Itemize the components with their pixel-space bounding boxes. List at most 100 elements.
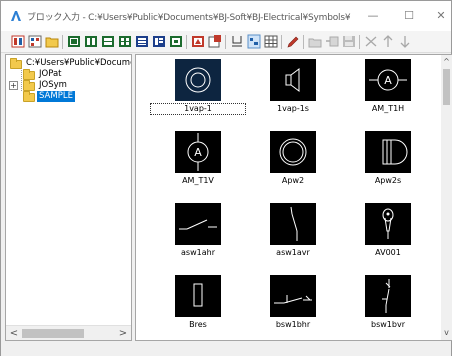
symbol-thumbnail[interactable]: A: [365, 59, 411, 101]
symbol-name: AM_T1H: [371, 104, 405, 113]
grid-view-7-icon[interactable]: [169, 34, 183, 49]
symbol-item[interactable]: Apw2: [246, 131, 336, 199]
toolbar-separator: [186, 35, 187, 49]
minimize-button[interactable]: —: [358, 5, 388, 27]
tree-item-label: SAMPLE: [37, 91, 75, 102]
breaker-horizontal-icon: [274, 295, 312, 304]
toolbar-separator: [303, 35, 304, 49]
symbol-name: Bres: [189, 320, 207, 329]
scroll-thumb[interactable]: [22, 329, 84, 338]
symbol-thumbnail[interactable]: [270, 275, 316, 317]
symbol-item[interactable]: bsw1bvr: [341, 275, 431, 340]
scroll-right-button[interactable]: >: [116, 327, 130, 340]
symbol-item[interactable]: A AM_T1H: [341, 59, 431, 127]
symbol-thumbnail[interactable]: [365, 275, 411, 317]
symbol-name: AV001: [375, 248, 401, 257]
large-icons-icon[interactable]: [11, 34, 25, 49]
symbol-item[interactable]: 1vap-1s: [246, 59, 336, 127]
symbol-item[interactable]: asw1avr: [246, 203, 336, 271]
symbol-name: 1vap-1s: [277, 104, 309, 113]
grid-view-4-icon[interactable]: [118, 34, 132, 49]
tree-item-sample[interactable]: SAMPLE: [6, 91, 130, 103]
grid-view-2-icon[interactable]: [84, 34, 98, 49]
symbol-name: bsw1bvr: [371, 320, 405, 329]
scroll-thumb[interactable]: [443, 69, 450, 105]
close-button[interactable]: ✕: [426, 5, 452, 27]
symbol-thumbnail[interactable]: [365, 131, 411, 173]
double-circle-icon: [279, 138, 307, 166]
symbol-thumbnail[interactable]: [365, 203, 411, 245]
ammeter-vertical-icon: A: [187, 133, 209, 171]
symbol-item[interactable]: A AM_T1V: [151, 131, 241, 199]
grid-view-6-icon[interactable]: [152, 34, 166, 49]
toolbar-separator: [359, 35, 360, 49]
symbol-thumbnail[interactable]: [270, 131, 316, 173]
symbol-thumbnail[interactable]: [270, 203, 316, 245]
concentric-circles-icon: [185, 67, 211, 93]
ammeter-horizontal-icon: A: [369, 69, 407, 91]
expand-button[interactable]: +: [9, 81, 18, 90]
maximize-button[interactable]: ☐: [394, 5, 424, 27]
symbol-item[interactable]: 1vap-1: [150, 59, 246, 127]
arrow-up-icon[interactable]: [381, 34, 395, 49]
symbol-item[interactable]: Apw2s: [341, 131, 431, 199]
tree-root-label: C:¥Users¥Public¥Document: [26, 58, 131, 68]
save-icon[interactable]: [342, 34, 356, 49]
symbol-name: AM_T1V: [182, 176, 214, 185]
folder-icon: [10, 58, 22, 69]
speaker-box-icon: [382, 139, 408, 165]
speaker-icon: [285, 68, 300, 92]
symbol-item[interactable]: AV001: [341, 203, 431, 271]
open-folder-icon[interactable]: [45, 34, 59, 49]
folder-tree[interactable]: C:¥Users¥Public¥Document JOPat + JOSym S…: [5, 54, 132, 341]
folder-icon: [23, 91, 35, 102]
small-icons-icon[interactable]: [28, 34, 42, 49]
symbol-list[interactable]: 1vap-1 1vap-1s A AM_T1H A AM_T1V Apw2 Ap…: [135, 54, 452, 341]
scroll-left-button[interactable]: <: [7, 327, 21, 340]
underline-icon[interactable]: [230, 34, 244, 49]
symbol-name: Apw2s: [374, 176, 402, 185]
symbol-thumbnail[interactable]: [175, 203, 221, 245]
scroll-up-button[interactable]: ^: [441, 56, 452, 68]
symbol-name: asw1avr: [276, 248, 310, 257]
edit-pen-icon[interactable]: [286, 34, 300, 49]
folder-icon: [23, 80, 35, 91]
table-icon[interactable]: [264, 34, 278, 49]
symbol-settings-icon[interactable]: [208, 34, 222, 49]
symbol-name: 1vap-1: [150, 103, 246, 115]
symbol-item[interactable]: Bres: [151, 275, 241, 340]
symbol-thumbnail[interactable]: [175, 275, 221, 317]
window-title: ブロック入力 - C:¥Users¥Public¥Documents¥BJ-So…: [27, 13, 351, 23]
toolbar: [1, 31, 451, 53]
vertical-scrollbar[interactable]: ^ v: [441, 55, 452, 340]
title-bar: ブロック入力 - C:¥Users¥Public¥Documents¥BJ-So…: [1, 1, 451, 31]
delete-icon[interactable]: [364, 34, 378, 49]
horizontal-scrollbar[interactable]: < >: [6, 325, 131, 340]
symbol-properties-icon[interactable]: [191, 34, 205, 49]
rectangle-icon: [193, 283, 203, 307]
grid-view-1-icon[interactable]: [67, 34, 81, 49]
arrow-down-icon[interactable]: [398, 34, 412, 49]
grid-view-3-icon[interactable]: [101, 34, 115, 49]
symbol-item[interactable]: bsw1bhr: [246, 275, 336, 340]
toolbar-separator: [281, 35, 282, 49]
folder-icon: [23, 69, 35, 80]
toolbar-separator: [225, 35, 226, 49]
switch-horizontal-icon: [179, 219, 217, 230]
tree-item-label: JOSym: [39, 80, 67, 90]
scroll-down-button[interactable]: v: [441, 327, 452, 339]
grid-view-5-icon[interactable]: [135, 34, 149, 49]
sort-icon[interactable]: [247, 34, 261, 49]
microphone-icon: [382, 208, 394, 239]
app-logo-icon: [11, 11, 21, 21]
toolbar-separator: [62, 35, 63, 49]
symbol-name: Apw2: [281, 176, 305, 185]
symbol-thumbnail[interactable]: [175, 59, 221, 101]
symbol-thumbnail[interactable]: A: [175, 131, 221, 173]
new-folder-icon[interactable]: [308, 34, 322, 49]
symbol-name: bsw1bhr: [275, 320, 311, 329]
svg-text:A: A: [194, 146, 202, 159]
register-icon[interactable]: [325, 34, 339, 49]
symbol-thumbnail[interactable]: [270, 59, 316, 101]
symbol-item[interactable]: asw1ahr: [151, 203, 241, 271]
